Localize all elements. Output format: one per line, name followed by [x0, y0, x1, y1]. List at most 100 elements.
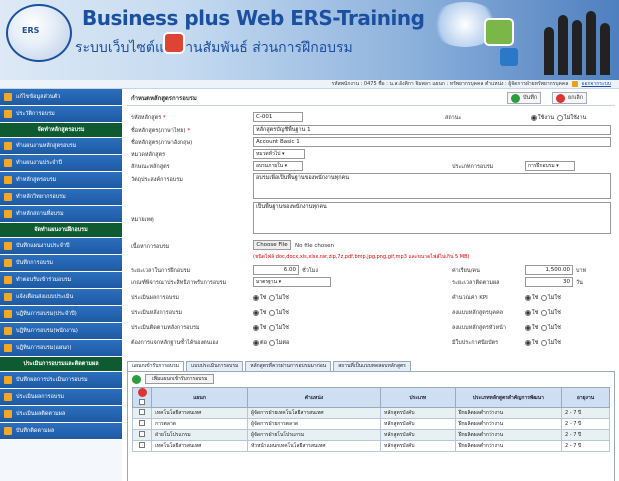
repeat-yes-radio[interactable]: ต่อ [253, 339, 267, 347]
note-textarea[interactable]: เป็นพื้นฐานของพนักงานทุกคน [253, 202, 611, 234]
repeat-no-radio[interactable]: ไม่ต่อ [269, 339, 289, 347]
table-cell: ผู้จัดการฝ่ายการตลาด [246, 418, 382, 430]
logout-icon [571, 80, 578, 87]
cert-yes-radio[interactable]: ใช่ [525, 339, 538, 347]
sidebar-item[interactable]: บันทึกติดตามผล [0, 423, 122, 440]
table-cell: หลักสูตรบังคับ [380, 429, 456, 441]
sidebar-item[interactable]: บฎิทินการอบรม(ประจำปี) [0, 306, 122, 323]
sidebar-item[interactable]: บฎิทินการอบรม(พนักงาน) [0, 323, 122, 340]
col-department: แผนก [151, 387, 248, 408]
sidebar-item[interactable]: ทำตอบรับเข้าร่วมอบรม [0, 272, 122, 289]
sidebar-item-label: ประวัติการอบรม [16, 111, 55, 117]
status-active-radio[interactable]: ใช้งาน [531, 114, 554, 122]
hours-input[interactable]: 6.00 [253, 265, 299, 275]
table-row: เทคโนโลยีสารสนเทศ หัวหน้าแผนกเทคโนโลยีสาร… [131, 440, 610, 452]
eval3-no-radio[interactable]: ไม่ใช่ [269, 324, 289, 332]
table-row: การตลาด ผู้จัดการฝ่ายการตลาด หลักสูตรบังคั… [131, 418, 610, 430]
eval2-yes-radio[interactable]: ใช่ [253, 309, 266, 317]
eval-no-radio[interactable]: ไม่ใช่ [269, 294, 289, 302]
cancel-button[interactable]: ยกเลิก [552, 92, 588, 104]
sidebar-item[interactable]: บันทึกแผนงานประจำปี [0, 238, 122, 255]
hours-label: ระยะเวลาในการฝึกอบรม [131, 268, 191, 274]
sidebar-item[interactable]: ประวัติการอบรม [0, 106, 122, 123]
sidebar-item[interactable]: บันทึกการอบรม [0, 255, 122, 272]
row-checkbox-cell [131, 440, 153, 452]
table-row: เทคโนโลยีสารสนเทศ ผู้จัดการฝ่ายเทคโนโลยีส… [131, 407, 610, 419]
row-checkbox[interactable] [139, 420, 146, 426]
kpi-yes-radio[interactable]: ใช่ [525, 294, 538, 302]
menu-arrow-icon [4, 327, 12, 335]
tab-departments[interactable]: แผนกเข้ารับการอบรม [127, 361, 185, 371]
select-all-checkbox[interactable] [139, 399, 146, 405]
group-select[interactable]: หมวดทั่วไป ▾ [253, 149, 305, 159]
sidebar-item[interactable]: แจ้งเตือนส่งแบบประเมิน [0, 289, 122, 306]
eval-label: ประเมินผลการอบรม [131, 295, 180, 301]
menu-arrow-icon [4, 193, 12, 201]
save-button[interactable]: บันทึก [507, 92, 542, 104]
kpi-no-radio[interactable]: ไม่ใช่ [541, 294, 561, 302]
criteria-select[interactable]: มาตรฐาน ▾ [253, 277, 331, 287]
eval-yes-radio[interactable]: ใช่ [253, 294, 266, 302]
kpi-label: คำนวณค่า KPI [452, 295, 488, 301]
sidebar-item-label: แก้ไขข้อมูลส่วนตัว [16, 94, 61, 100]
table-cell: เทคโนโลยีสารสนเทศ [151, 407, 248, 419]
course-code-input[interactable]: C-001 [253, 112, 303, 122]
table-cell: หลักสูตรบังคับ [380, 440, 456, 452]
table-cell: 2 - 7 ปี [561, 440, 610, 452]
logout-link[interactable]: ออกจากระบบ [581, 81, 611, 87]
status-inactive-radio[interactable]: ไม่ใช้งาน [557, 114, 586, 122]
row-checkbox[interactable] [139, 442, 146, 448]
name-th-input[interactable]: หลักสูตรบัญชีพื้นฐาน 1 [253, 125, 611, 135]
row-checkbox-cell [131, 429, 153, 441]
sidebar-item-label: แจ้งเตือนส่งแบบประเมิน [16, 294, 74, 300]
sidebar-item[interactable]: ทำแผนงานประจำปี [0, 155, 122, 172]
menu-arrow-icon [4, 159, 12, 167]
choose-file-button[interactable]: Choose File [253, 240, 291, 250]
cost-input[interactable]: 1,500.00 [525, 265, 573, 275]
eval3-label: ประเมินติดตามหลังการอบรม [131, 325, 200, 331]
tab-prerequisite[interactable]: หลักสูตรที่ควรผ่านการอบรมมาก่อน [245, 361, 332, 371]
row-checkbox[interactable] [139, 431, 146, 437]
tab-evaluation[interactable]: แบบประเมินการอบรม [186, 361, 244, 371]
days-input[interactable]: 30 [525, 277, 573, 287]
sidebar-item[interactable]: ประเมินผลติดตามผล [0, 406, 122, 423]
sidebar-item[interactable]: ทำหลักสถานที่อบรม [0, 206, 122, 223]
page-title: กำหนดหลักสูตรการอบรม [131, 95, 197, 102]
sidebar-item[interactable]: ทำหลักวิทยากรอบรม [0, 189, 122, 206]
sup2-no-radio[interactable]: ไม่ใช่ [541, 324, 561, 332]
row-checkbox[interactable] [139, 409, 146, 415]
table-cell: ฝึกผลิตผลต่ำกว่างาน [454, 440, 563, 452]
table-cell: การตลาด [151, 418, 248, 430]
sidebar-item-label: ทำหลักสถานที่อบรม [16, 211, 64, 217]
cost-label: ค่าเรียน/คน [452, 268, 480, 274]
table-cell: 2 - 7 ปี [561, 429, 610, 441]
sidebar-item[interactable]: ประเมินผลการอบรม [0, 389, 122, 406]
eval3-yes-radio[interactable]: ใช่ [253, 324, 266, 332]
sup2-label: ลงแบบหลักสูตรหัวหน้า [452, 325, 506, 331]
cert-no-radio[interactable]: ไม่ใช่ [541, 339, 561, 347]
eval2-no-radio[interactable]: ไม่ใช่ [269, 309, 289, 317]
sidebar-item[interactable]: บฎิทินการอบรม(แผนก) [0, 340, 122, 357]
sidebar-item[interactable]: ทำหลักสูตรอบรม [0, 172, 122, 189]
add-department-button[interactable]: เพิ่มแผนกเข้ารับการอบรม [145, 374, 215, 384]
delete-column-header [131, 387, 153, 408]
sup2-yes-radio[interactable]: ใช่ [525, 324, 538, 332]
sidebar-item[interactable]: แก้ไขข้อมูลส่วนตัว [0, 89, 122, 106]
objective-textarea[interactable]: อบรมเพื่อเป็นพื้นฐานของพนักงานทุกคน [253, 173, 611, 199]
eval2-label: ประเมินหลังการอบรม [131, 310, 183, 316]
name-en-input[interactable]: Account Basic 1 [253, 137, 611, 147]
type-select[interactable]: อบรมภายใน ▾ [253, 161, 303, 171]
sidebar-item[interactable]: ทำแผนงานหลักสูตรอบรม [0, 138, 122, 155]
tab-test-location[interactable]: สถานที่เป็นแบบทดสอบหลักสูตร [333, 361, 411, 371]
logo: ERS [6, 4, 72, 62]
sup-no-radio[interactable]: ไม่ใช่ [541, 309, 561, 317]
row-checkbox-cell [131, 407, 153, 419]
note-label: หมายเหตุ [131, 217, 154, 223]
col-development: ประเภทหลักสูตรสำคัญการพัฒนา [454, 387, 563, 408]
row-checkbox-cell [131, 418, 153, 430]
course-type-select[interactable]: การฝึกอบรม ▾ [525, 161, 575, 171]
sidebar-item[interactable]: บันทึกผลการประเมินการอบรม [0, 372, 122, 389]
sup-yes-radio[interactable]: ใช่ [525, 309, 538, 317]
table-row: ฝ่ายโนโปรแกรม ผู้จัดการฝ่ายโนโปรแกรม หลักส… [131, 429, 610, 441]
table-cell: ฝึกผลิตผลต่ำกว่างาน [454, 429, 563, 441]
